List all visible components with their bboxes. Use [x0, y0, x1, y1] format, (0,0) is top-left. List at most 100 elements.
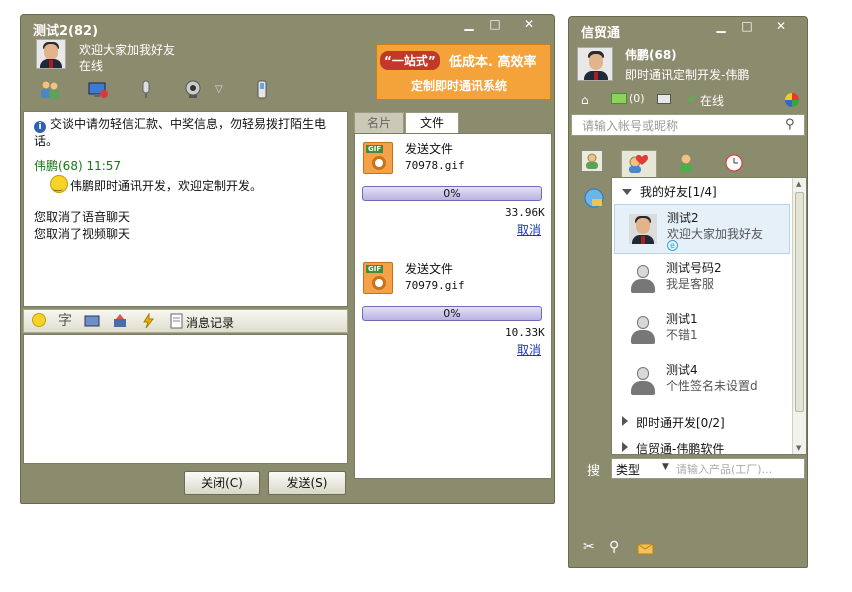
qq-app-icon[interactable] — [583, 187, 605, 209]
group-my-friends[interactable]: 我的好友[1/4] — [622, 183, 717, 200]
expand-icon — [622, 442, 628, 452]
transfer-filename: 70979.gif — [405, 279, 465, 292]
user-name[interactable]: 伟鹏(68) — [625, 46, 677, 63]
user-signature[interactable]: 即时通讯定制开发-伟鹏 — [625, 66, 749, 83]
app-title: 信贸通 — [581, 26, 621, 41]
tab-recent[interactable] — [719, 150, 755, 178]
transfer-size: 10.33K — [505, 326, 545, 339]
users-icon[interactable] — [39, 79, 61, 101]
ad-tag: “一站式” — [380, 51, 440, 70]
contact-name: 测试号码2 — [666, 261, 722, 275]
ad-line1: 低成本. 高效率 — [449, 55, 537, 70]
message-box-icon[interactable] — [637, 539, 655, 557]
send-image-icon[interactable] — [112, 313, 128, 329]
sender-line: 伟鹏(68) 11:57 — [34, 159, 122, 173]
product-search-box: 类型 ▼ 请输入产品(工厂)... — [611, 458, 805, 479]
smiley-icon — [50, 175, 68, 195]
cancel-transfer-link[interactable]: 取消 — [517, 341, 541, 358]
mail-count: (0) — [629, 92, 645, 105]
online-badge-icon: e — [667, 240, 678, 251]
skin-icon[interactable] — [785, 93, 799, 107]
contact-item[interactable]: 测试1 不错1 — [614, 306, 790, 356]
phone-icon[interactable] — [251, 79, 273, 101]
contact-item[interactable]: 测试2 欢迎大家加我好友 e — [614, 204, 790, 254]
share-screen-icon[interactable] — [87, 79, 109, 101]
expand-icon — [622, 416, 628, 426]
contact-name: 测试2 — [667, 211, 699, 225]
scrollbar-thumb[interactable] — [795, 192, 804, 412]
transfer-filename: 70978.gif — [405, 159, 465, 172]
minimize-button[interactable]: ▁ — [713, 19, 729, 33]
mail-icon[interactable] — [611, 93, 627, 104]
contact-signature: 个性签名未设置d — [666, 379, 758, 393]
history-icon[interactable] — [170, 313, 186, 329]
send-button[interactable]: 发送(S) — [268, 471, 346, 495]
scroll-up-icon[interactable]: ▲ — [796, 180, 801, 188]
offline-avatar-icon — [630, 265, 656, 295]
contact-signature: 不错1 — [666, 328, 698, 342]
contact-item[interactable]: 测试4 个性签名未设置d — [614, 357, 790, 407]
font-button[interactable]: 字 — [58, 313, 74, 329]
close-window-button[interactable]: ✕ — [773, 19, 789, 33]
contacts-tab-icon[interactable] — [581, 150, 603, 172]
transfer-progress: 0% — [362, 186, 542, 201]
screenshot-icon[interactable] — [84, 313, 100, 329]
chevron-down-icon[interactable]: ▽ — [215, 79, 237, 101]
online-status[interactable]: 在线 — [700, 92, 724, 109]
find-icon[interactable]: ⚲ — [609, 539, 627, 557]
close-window-button[interactable]: ✕ — [521, 17, 537, 31]
ad-line2: 定制即时通讯系统 — [411, 79, 508, 93]
peer-avatar[interactable] — [36, 39, 66, 69]
system-notice: i 交谈中请勿轻信汇款、中奖信息，勿轻易拨打陌生电话。 — [34, 117, 327, 148]
chat-window: 测试2(82) ▁ □ ✕ 欢迎大家加我好友 在线 “一站式” 低成本. 高效率… — [20, 14, 555, 504]
contact-signature: 欢迎大家加我好友 — [667, 227, 764, 241]
tab-friends[interactable] — [621, 150, 657, 178]
contact-avatar — [629, 214, 657, 244]
contact-item[interactable]: 测试号码2 我是客服 — [614, 255, 790, 305]
file-transfer-panel: GIF 发送文件 70978.gif 0% 33.96K 取消 GIF 发送文件… — [354, 133, 552, 479]
group-im-dev[interactable]: 即时通开发[0/2] — [622, 414, 725, 431]
maximize-button[interactable]: □ — [739, 19, 755, 33]
webcam-icon[interactable] — [183, 79, 205, 101]
emoticon-icon[interactable] — [32, 313, 48, 329]
peer-status: 在线 — [79, 59, 104, 73]
cancel-transfer-link[interactable]: 取消 — [517, 221, 541, 238]
shake-icon[interactable] — [140, 312, 156, 329]
gif-file-icon: GIF — [363, 262, 393, 294]
message-input[interactable] — [23, 334, 348, 464]
close-button[interactable]: 关闭(C) — [184, 471, 260, 495]
home-icon[interactable]: ⌂ — [581, 93, 589, 107]
tab-card[interactable]: 名片 — [354, 112, 404, 134]
message-row: 伟鹏即时通讯开发，欢迎定制开发。 — [34, 175, 337, 195]
type-select[interactable]: 类型 — [616, 461, 640, 478]
history-button[interactable]: 消息记录 — [186, 314, 234, 331]
maximize-button[interactable]: □ — [487, 17, 503, 31]
peer-signature: 欢迎大家加我好友 — [79, 43, 176, 57]
group-xmt-software[interactable]: 信贸通-伟鹏软件 — [622, 440, 724, 454]
message-text: 伟鹏即时通讯开发，欢迎定制开发。 — [70, 179, 263, 193]
chat-window-title: 测试2(82) — [33, 24, 99, 39]
offline-avatar-icon — [630, 367, 656, 397]
transfer-progress: 0% — [362, 306, 542, 321]
product-search-input[interactable]: 请输入产品(工厂)... — [676, 461, 772, 477]
user-avatar[interactable] — [577, 47, 613, 81]
chevron-down-icon[interactable]: ▼ — [662, 462, 669, 472]
minimize-button[interactable]: ▁ — [461, 17, 477, 31]
tools-icon[interactable]: ✂ — [583, 539, 601, 557]
tab-file[interactable]: 文件 — [405, 112, 459, 134]
contact-signature: 我是客服 — [666, 277, 715, 291]
scroll-down-icon[interactable]: ▼ — [796, 444, 801, 452]
cancel-voice-notice: 您取消了语音聊天 — [34, 210, 131, 224]
offline-avatar-icon — [630, 316, 656, 346]
search-icon[interactable]: ⚲ — [785, 117, 795, 132]
tab-groups[interactable] — [671, 150, 707, 178]
online-check-icon[interactable]: ✔ — [687, 92, 697, 106]
info-icon: i — [34, 121, 46, 133]
contact-scrollbar[interactable]: ▲ ▼ — [792, 178, 806, 454]
ad-banner[interactable]: “一站式” 低成本. 高效率 定制即时通讯系统 — [376, 44, 551, 100]
gif-file-icon: GIF — [363, 142, 393, 174]
cancel-video-notice: 您取消了视频聊天 — [34, 227, 131, 241]
contact-search-input[interactable]: 请输入帐号或昵称 — [571, 114, 805, 136]
contact-card-icon[interactable] — [657, 94, 671, 104]
microphone-icon[interactable] — [135, 79, 157, 101]
